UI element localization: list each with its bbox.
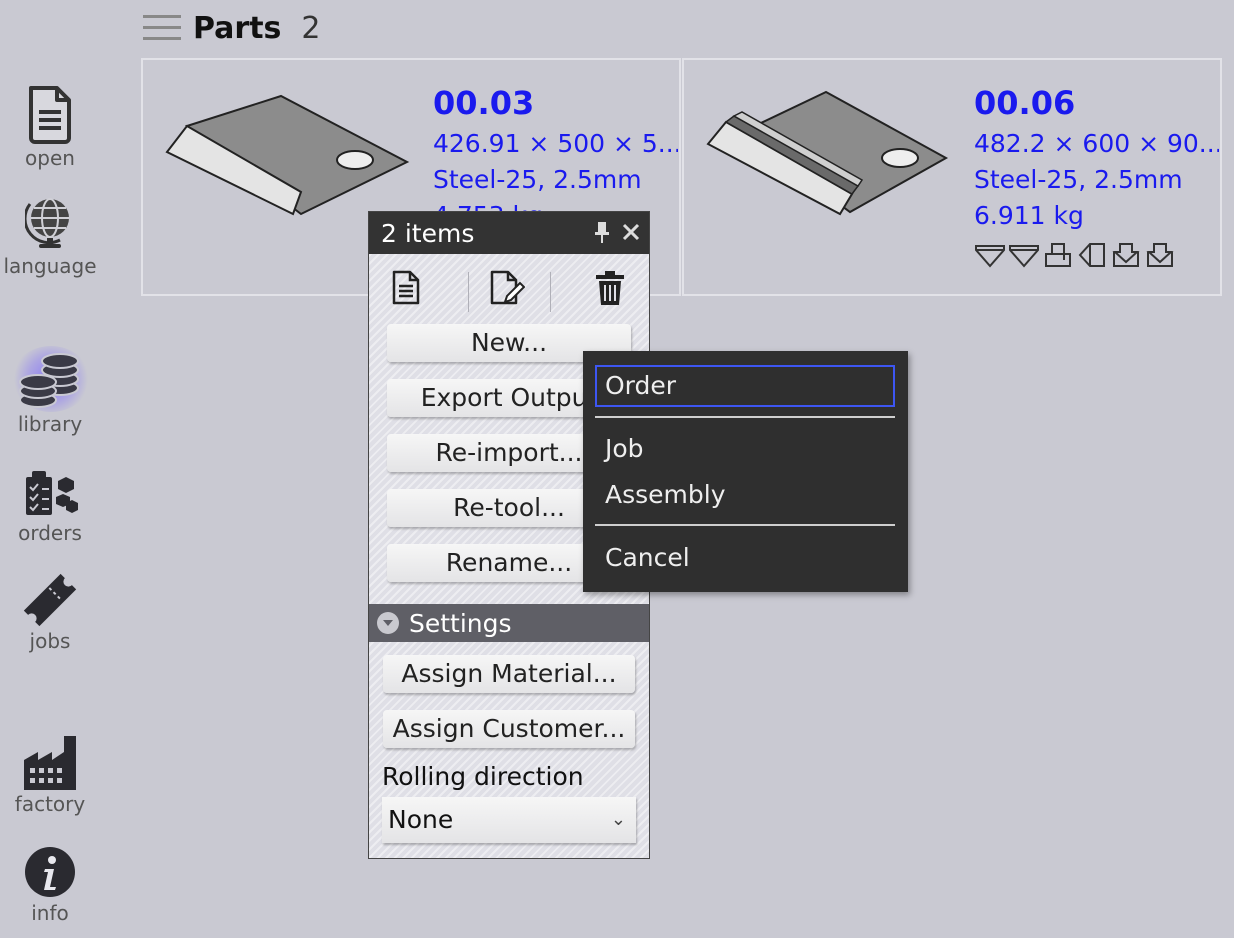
collapse-circle-icon: [377, 612, 399, 634]
part-name[interactable]: 00.03: [433, 80, 678, 126]
close-icon[interactable]: [621, 220, 641, 244]
sidebar-item-label: language: [3, 254, 97, 278]
ticket-icon: [23, 573, 77, 627]
sidebar-item-label: open: [25, 146, 75, 170]
orders-checklist-icon: [26, 471, 78, 515]
part-info: 00.06 482.2 × 600 × 90... Steel-25, 2.5m…: [974, 80, 1219, 270]
menu-item-job[interactable]: Job: [605, 434, 644, 463]
menu-item-order[interactable]: Order: [595, 365, 895, 407]
trash-icon[interactable]: [595, 270, 625, 306]
bend-left-icon: [1078, 243, 1105, 267]
pin-icon[interactable]: [593, 220, 611, 244]
sidebar-item-language[interactable]: language: [0, 194, 100, 278]
chevron-down-icon: ⌄: [610, 809, 626, 830]
menu-item-assembly[interactable]: Assembly: [605, 480, 726, 509]
bend-tray-down-icon: [1146, 243, 1174, 267]
panel-header: 2 items: [369, 212, 649, 254]
settings-section-toggle[interactable]: Settings: [369, 604, 649, 642]
rolling-direction-value: None: [388, 805, 454, 834]
coins-stack-icon: [19, 353, 79, 408]
bend-box-icon: [1045, 243, 1071, 267]
part-thumbnail: [165, 94, 410, 216]
part-dimensions: 482.2 × 600 × 90...: [974, 129, 1219, 158]
part-material: Steel-25, 2.5mm: [974, 165, 1183, 194]
part-name[interactable]: 00.06: [974, 80, 1219, 126]
menu-divider: [595, 416, 895, 418]
sidebar-item-label: jobs: [29, 629, 71, 653]
parts-count: 2: [301, 10, 321, 46]
factory-icon: [24, 736, 76, 790]
page-header: Parts 2: [143, 8, 321, 48]
sidebar-item-open[interactable]: open: [0, 84, 100, 170]
sidebar-item-library[interactable]: library: [0, 352, 100, 436]
rolling-direction-label: Rolling direction: [382, 762, 584, 791]
menu-divider: [595, 524, 895, 526]
toolbar-divider: [468, 272, 469, 312]
part-weight: 6.911 kg: [974, 201, 1084, 230]
assign-customer-button[interactable]: Assign Customer...: [383, 710, 635, 748]
rolling-direction-select[interactable]: None ⌄: [382, 797, 636, 843]
sidebar-item-jobs[interactable]: jobs: [0, 573, 100, 653]
panel-title: 2 items: [381, 218, 475, 248]
panel-toolbar: [369, 254, 649, 324]
part-dimensions: 426.91 × 500 × 5...: [433, 129, 678, 158]
document-icon[interactable]: [391, 270, 421, 306]
part-material: Steel-25, 2.5mm: [433, 165, 642, 194]
settings-label: Settings: [409, 608, 512, 638]
sidebar-item-label: library: [17, 412, 83, 436]
menu-item-cancel[interactable]: Cancel: [605, 543, 690, 572]
info-icon: [25, 847, 75, 897]
new-context-menu: Order Job Assembly Cancel: [583, 351, 908, 592]
bend-tray-down-icon: [1112, 243, 1140, 267]
sidebar-item-factory[interactable]: factory: [0, 734, 100, 816]
sidebar-item-label: orders: [18, 521, 82, 545]
document-icon: [29, 86, 71, 144]
edit-document-icon[interactable]: [489, 270, 525, 306]
sidebar-item-label: info: [31, 901, 69, 925]
part-card[interactable]: 00.06 482.2 × 600 × 90... Steel-25, 2.5m…: [682, 58, 1222, 296]
sidebar-item-info[interactable]: info: [0, 845, 100, 925]
assign-material-button[interactable]: Assign Material...: [383, 655, 635, 693]
bend-down-icon: [1009, 245, 1039, 268]
toolbar-divider: [550, 272, 551, 312]
bend-down-icon: [975, 245, 1005, 268]
page-title: Parts: [193, 10, 282, 46]
sidebar-item-label: factory: [14, 792, 86, 816]
globe-icon: [25, 198, 69, 248]
bend-icons: [974, 240, 1219, 270]
sidebar-item-orders[interactable]: orders: [0, 467, 100, 545]
hamburger-menu-icon[interactable]: [143, 13, 181, 43]
part-thumbnail: [706, 90, 949, 216]
